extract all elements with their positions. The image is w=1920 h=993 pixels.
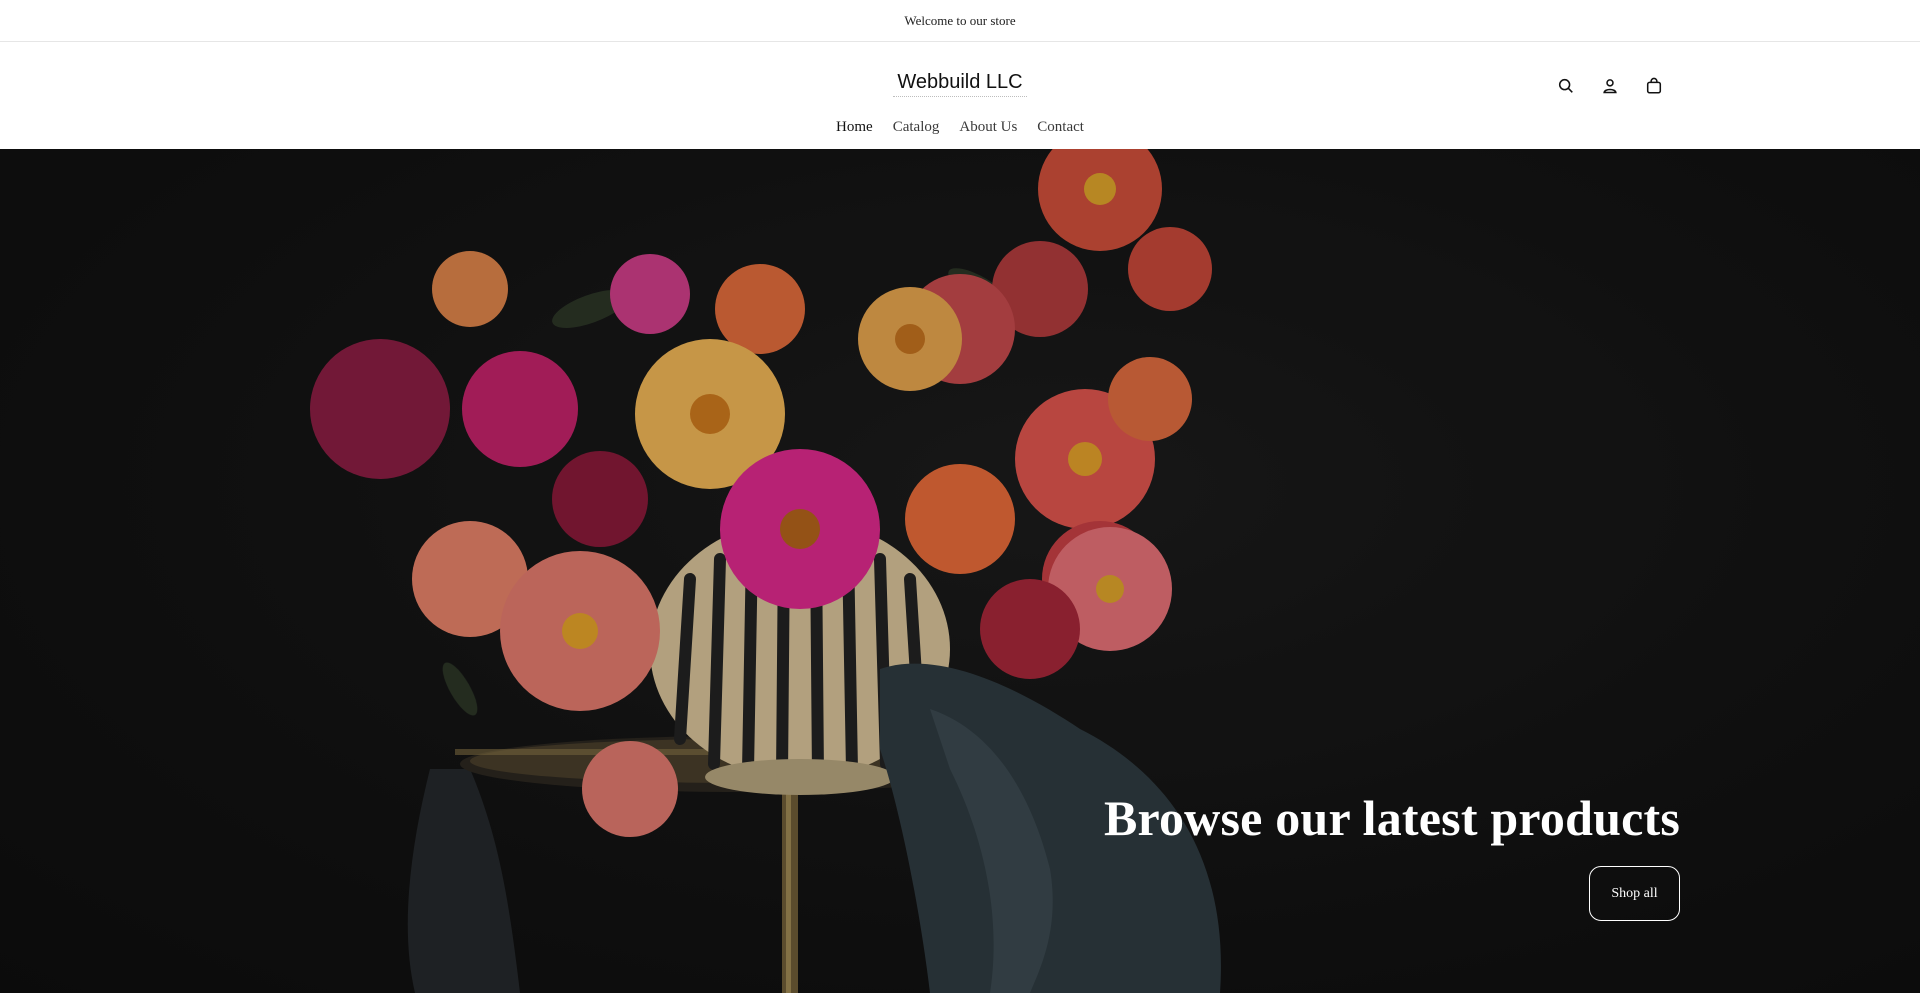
nav-item-catalog[interactable]: Catalog xyxy=(893,119,940,136)
store-logo[interactable]: Webbuild LLC xyxy=(893,71,1027,97)
hero-title: Browse our latest products xyxy=(1103,790,1680,846)
cart-icon xyxy=(1646,77,1662,94)
nav-item-home[interactable]: Home xyxy=(836,119,873,136)
nav-item-about-us[interactable]: About Us xyxy=(959,119,1017,136)
search-icon xyxy=(1558,78,1573,93)
hero-banner: Browse our latest products Shop all xyxy=(0,149,1920,993)
nav-item-contact[interactable]: Contact xyxy=(1037,119,1084,136)
announcement-bar: Welcome to our store xyxy=(0,0,1920,42)
site-header: Webbuild LLC Home Catalog About Us Conta… xyxy=(0,43,1920,149)
announcement-text: Welcome to our store xyxy=(904,12,1016,28)
account-icon xyxy=(1603,79,1617,94)
account-button[interactable] xyxy=(1598,74,1622,98)
header-icons xyxy=(1554,74,1666,98)
shop-all-button[interactable]: Shop all xyxy=(1589,866,1680,921)
search-button[interactable] xyxy=(1554,74,1578,98)
cart-button[interactable] xyxy=(1642,74,1666,98)
main-nav: Home Catalog About Us Contact xyxy=(0,119,1920,136)
